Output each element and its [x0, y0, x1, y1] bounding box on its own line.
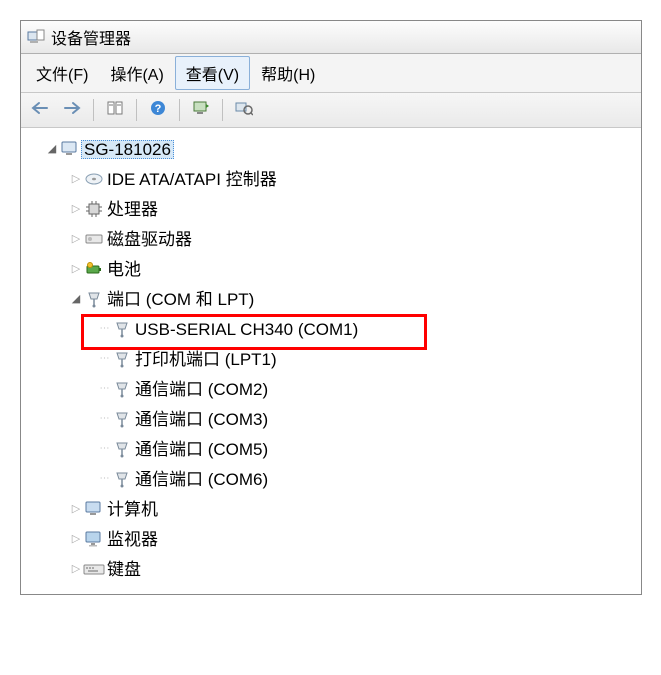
app-icon	[27, 29, 45, 45]
tree-node-disk[interactable]: ▷ 磁盘驱动器	[25, 224, 637, 254]
collapse-icon[interactable]: ◢	[69, 294, 83, 305]
processor-icon	[83, 200, 105, 218]
tree-root[interactable]: ◢ SG-181026	[25, 134, 637, 164]
tree-connector: ⋯	[97, 354, 111, 364]
scan-button[interactable]	[229, 96, 259, 124]
node-label: 计算机	[105, 501, 158, 518]
node-label: 电池	[105, 261, 141, 278]
window-title: 设备管理器	[51, 25, 131, 49]
tree-connector: ⋯	[97, 414, 111, 424]
tree-item-com3[interactable]: ⋯ 通信端口 (COM3)	[25, 404, 637, 434]
properties-button[interactable]	[100, 96, 130, 124]
port-icon	[83, 290, 105, 308]
back-arrow-icon	[31, 101, 49, 119]
computer-icon	[83, 500, 105, 518]
expand-icon[interactable]: ▷	[69, 564, 83, 575]
toolbar-separator	[179, 99, 180, 121]
refresh-icon	[192, 100, 210, 120]
tree-connector: ⋯	[97, 384, 111, 394]
root-label: SG-181026	[81, 140, 174, 159]
tree-connector: ⋯	[97, 474, 111, 484]
device-tree[interactable]: ◢ SG-181026 ▷ IDE ATA/ATAPI 控制器 ▷	[21, 128, 641, 594]
item-label: 通信端口 (COM6)	[133, 471, 268, 488]
port-icon	[111, 380, 133, 398]
computer-icon	[59, 140, 81, 158]
item-label: 打印机端口 (LPT1)	[133, 351, 277, 368]
tree-item-com6[interactable]: ⋯ 通信端口 (COM6)	[25, 464, 637, 494]
port-icon	[111, 470, 133, 488]
tree-node-computer[interactable]: ▷ 计算机	[25, 494, 637, 524]
item-label: 通信端口 (COM3)	[133, 411, 268, 428]
collapse-icon[interactable]: ◢	[45, 144, 59, 155]
node-label: 端口 (COM 和 LPT)	[105, 291, 254, 308]
tree-node-ports[interactable]: ◢ 端口 (COM 和 LPT)	[25, 284, 637, 314]
port-icon	[111, 320, 133, 338]
menu-help[interactable]: 帮助(H)	[250, 56, 326, 90]
tree-connector: ⋯	[97, 444, 111, 454]
toolbar-separator	[222, 99, 223, 121]
titlebar: 设备管理器	[21, 21, 641, 54]
refresh-button[interactable]	[186, 96, 216, 124]
item-label: 通信端口 (COM5)	[133, 441, 268, 458]
forward-arrow-icon	[63, 101, 81, 119]
node-label: 键盘	[105, 561, 141, 578]
toolbar-separator	[93, 99, 94, 121]
tree-node-cpu[interactable]: ▷ 处理器	[25, 194, 637, 224]
battery-icon	[83, 261, 105, 277]
menu-view[interactable]: 查看(V)	[175, 56, 250, 90]
item-label: USB-SERIAL CH340 (COM1)	[133, 321, 358, 338]
node-label: IDE ATA/ATAPI 控制器	[105, 171, 277, 188]
expand-icon[interactable]: ▷	[69, 234, 83, 245]
tree-node-keyboard[interactable]: ▷ 键盘	[25, 554, 637, 584]
port-icon	[111, 410, 133, 428]
back-button[interactable]	[25, 96, 55, 124]
port-icon	[111, 350, 133, 368]
menu-action[interactable]: 操作(A)	[99, 56, 174, 90]
tree-item-com2[interactable]: ⋯ 通信端口 (COM2)	[25, 374, 637, 404]
port-icon	[111, 440, 133, 458]
tree-node-battery[interactable]: ▷ 电池	[25, 254, 637, 284]
menubar: 文件(F) 操作(A) 查看(V) 帮助(H)	[21, 54, 641, 93]
disk-drive-icon	[83, 232, 105, 246]
tree-panel: ◢ SG-181026 ▷ IDE ATA/ATAPI 控制器 ▷	[21, 128, 641, 594]
node-label: 磁盘驱动器	[105, 231, 192, 248]
properties-icon	[106, 100, 124, 120]
expand-icon[interactable]: ▷	[69, 204, 83, 215]
scan-icon	[235, 100, 253, 120]
expand-icon[interactable]: ▷	[69, 174, 83, 185]
help-button[interactable]: ?	[143, 96, 173, 124]
tree-item-usb-serial[interactable]: ⋯ USB-SERIAL CH340 (COM1)	[25, 314, 637, 344]
ide-controller-icon	[83, 171, 105, 187]
tree-node-ide[interactable]: ▷ IDE ATA/ATAPI 控制器	[25, 164, 637, 194]
toolbar: ?	[21, 93, 641, 128]
expand-icon[interactable]: ▷	[69, 504, 83, 515]
menu-file[interactable]: 文件(F)	[25, 56, 99, 90]
item-label: 通信端口 (COM2)	[133, 381, 268, 398]
node-label: 监视器	[105, 531, 158, 548]
svg-text:?: ?	[155, 103, 162, 115]
help-icon: ?	[149, 99, 167, 121]
monitor-icon	[83, 530, 105, 548]
forward-button[interactable]	[57, 96, 87, 124]
tree-node-monitor[interactable]: ▷ 监视器	[25, 524, 637, 554]
toolbar-separator	[136, 99, 137, 121]
keyboard-icon	[83, 562, 105, 576]
device-manager-window: 设备管理器 文件(F) 操作(A) 查看(V) 帮助(H)	[20, 20, 642, 595]
tree-item-com5[interactable]: ⋯ 通信端口 (COM5)	[25, 434, 637, 464]
expand-icon[interactable]: ▷	[69, 534, 83, 545]
node-label: 处理器	[105, 201, 158, 218]
tree-item-printer-port[interactable]: ⋯ 打印机端口 (LPT1)	[25, 344, 637, 374]
expand-icon[interactable]: ▷	[69, 264, 83, 275]
tree-connector: ⋯	[97, 324, 111, 334]
